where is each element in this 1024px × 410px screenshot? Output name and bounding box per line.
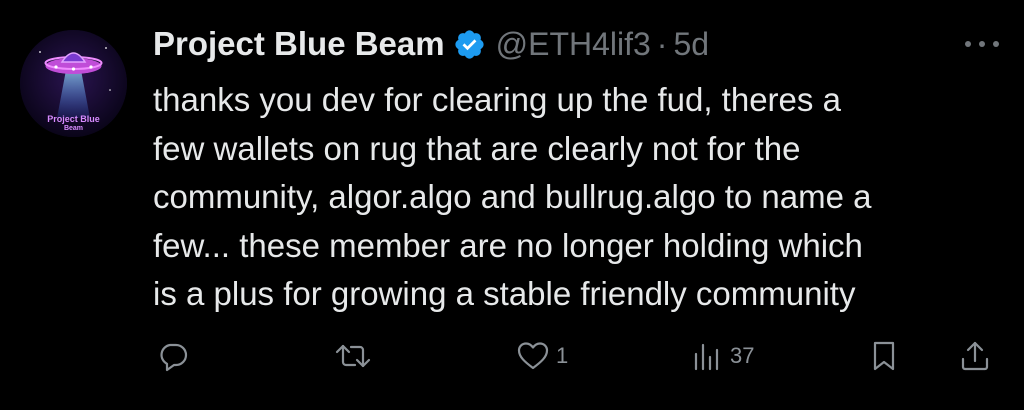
tweet[interactable]: Project Blue Beam Project Blue Beam @ETH… (0, 0, 1024, 410)
retweet-button[interactable] (333, 332, 379, 380)
like-button[interactable]: 1 (516, 332, 568, 380)
bookmark-button[interactable] (867, 332, 901, 380)
ufo-logo-image: Project Blue Beam (20, 30, 127, 137)
reply-button[interactable] (156, 332, 196, 380)
tweet-text: thanks you dev for clearing up the fud, … (153, 81, 872, 312)
avatar[interactable]: Project Blue Beam (20, 30, 127, 137)
timestamp[interactable]: 5d (673, 26, 709, 63)
heart-icon (517, 342, 549, 370)
tweet-header: Project Blue Beam @ETH4lif3 · 5d (153, 22, 709, 66)
avatar-text-2: Beam (64, 125, 83, 132)
share-icon (961, 341, 989, 371)
reply-icon (160, 343, 188, 372)
separator-dot: · (656, 25, 668, 62)
like-count: 1 (556, 343, 569, 368)
share-button[interactable] (958, 332, 992, 380)
action-bar: 1 37 (0, 332, 1024, 380)
views-button[interactable]: 37 (690, 332, 754, 380)
user-handle[interactable]: @ETH4lif3 (496, 26, 651, 63)
avatar-text-1: Project Blue (47, 114, 100, 124)
display-name[interactable]: Project Blue Beam (153, 25, 445, 63)
views-icon (694, 343, 719, 371)
bookmark-icon (873, 341, 895, 371)
retweet-icon (335, 344, 371, 368)
more-dots-icon[interactable] (962, 30, 1002, 58)
verified-badge-icon[interactable] (453, 28, 486, 61)
view-count: 37 (730, 343, 755, 368)
